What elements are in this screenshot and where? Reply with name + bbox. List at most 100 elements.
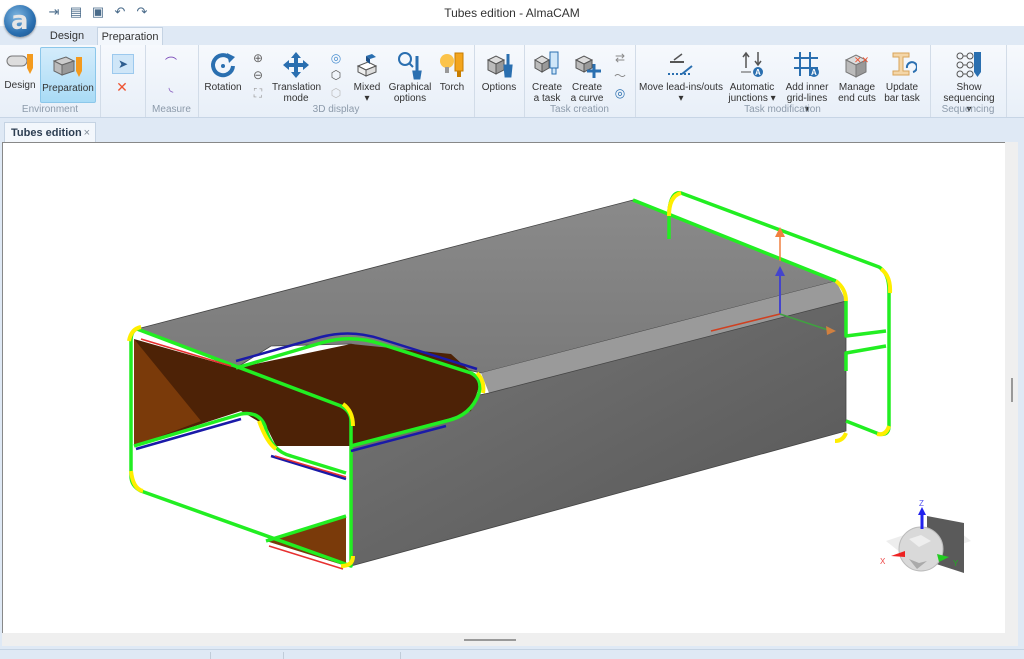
import-icon[interactable]: ⇥	[46, 4, 62, 20]
options-icon	[486, 54, 513, 78]
create-curve-label-2: a curve	[570, 93, 604, 104]
group-label-environment: Environment	[21, 104, 79, 115]
options-label: Options	[481, 82, 517, 93]
create-task-button[interactable]: Create a task	[528, 50, 566, 104]
graphical-options-icon	[398, 52, 422, 80]
mixed-display-icon	[356, 54, 378, 77]
group-label-3d-display: 3D display	[312, 104, 360, 115]
vertical-scrollbar[interactable]	[1005, 142, 1018, 633]
design-env-button[interactable]: Design	[3, 48, 37, 91]
create-curve-icon	[574, 55, 601, 78]
manage-end-cuts-label-1: Manage	[838, 82, 876, 93]
view-orbit-icon[interactable]: ◎	[328, 50, 344, 66]
show-sequencing-label: Show sequencing	[943, 82, 995, 104]
document-tab-label: Tubes edition	[11, 127, 82, 139]
automatic-junctions-button[interactable]: A Automatic junctions ▾	[727, 50, 777, 104]
zoom-fit-icon[interactable]: ⛶	[250, 85, 266, 101]
automatic-junctions-icon: A	[741, 51, 763, 77]
svg-text:✕✕: ✕✕	[854, 55, 869, 65]
create-task-label-2: a task	[533, 93, 561, 104]
app-menu-button[interactable]: a	[4, 5, 36, 37]
torch-button[interactable]: Torch	[434, 50, 470, 93]
quick-access-toolbar: ⇥ ▤ ▣ ↶ ↷	[46, 4, 150, 20]
document-tab-bar: Tubes edition ×	[0, 118, 1024, 142]
automatic-junctions-label-2: junctions ▾	[728, 93, 776, 104]
update-bar-task-label-1: Update	[885, 82, 919, 93]
redo-icon[interactable]: ↷	[134, 4, 150, 20]
graphical-label-1: Graphical	[388, 82, 432, 93]
create-curve-button[interactable]: Create a curve	[567, 50, 607, 104]
view-wire-icon[interactable]: ⬡	[328, 85, 344, 101]
x-axis-label: X	[880, 557, 886, 566]
select-pointer-icon[interactable]: ➤	[112, 54, 134, 74]
move-leadins-icon	[668, 53, 693, 75]
options-button[interactable]: Options	[478, 50, 520, 93]
undo-icon[interactable]: ↶	[112, 4, 128, 20]
measure-angle-icon[interactable]: ◟	[163, 79, 179, 95]
curve-path-icon[interactable]: 〜	[612, 67, 628, 83]
mixed-label: Mixed	[353, 82, 381, 93]
close-tab-icon[interactable]: ×	[84, 123, 90, 143]
y-axis-label: Y	[953, 559, 959, 568]
torch-icon	[440, 52, 464, 77]
horizontal-scrollbar[interactable]	[2, 633, 1018, 646]
zoom-out-icon[interactable]: ⊖	[250, 67, 266, 83]
group-task-creation: Create a task Create a curve ⇄ 〜 ◎ Task …	[524, 45, 636, 117]
view-cube-icon[interactable]: ⬡	[328, 67, 344, 83]
document-tab-tubes-edition[interactable]: Tubes edition ×	[4, 122, 96, 142]
group-options: Options	[474, 45, 525, 117]
translation-mode-button[interactable]: Translation mode	[272, 50, 322, 104]
title-bar: Tubes edition - AlmaCAM	[0, 0, 1024, 26]
concentric-circle-icon[interactable]: ◎	[612, 85, 628, 101]
zoom-in-icon[interactable]: ⊕	[250, 50, 266, 66]
show-sequencing-icon	[956, 52, 981, 78]
rotation-button[interactable]: Rotation	[204, 50, 242, 93]
update-bar-task-button[interactable]: Update bar task	[880, 50, 924, 104]
group-task-modification: Move lead-ins/outs ▾ A Automatic junctio…	[635, 45, 931, 117]
graphical-options-button[interactable]: Graphical options	[388, 50, 432, 104]
z-axis-label: Z	[919, 499, 924, 508]
tab-preparation[interactable]: Preparation	[97, 27, 163, 46]
view-cube[interactable]: Z X Y	[880, 499, 971, 573]
create-curve-label-1: Create	[571, 82, 602, 93]
3d-viewport[interactable]: Z X Y	[2, 142, 1006, 634]
measure-distance-icon[interactable]: ⌒	[163, 54, 179, 70]
add-inner-gridlines-label-1: Add inner	[785, 82, 829, 93]
group-label-sequencing: Sequencing	[941, 104, 995, 115]
save-icon[interactable]: ▤	[68, 4, 84, 20]
swap-direction-icon[interactable]: ⇄	[612, 50, 628, 66]
translation-label-1: Translation	[272, 82, 322, 93]
part-preparation-icon	[52, 56, 82, 77]
group-label-measure: Measure	[152, 104, 191, 115]
group-label-task-modification: Task modification	[744, 104, 821, 115]
print-preview-icon[interactable]: ▣	[90, 4, 106, 20]
translation-label-2: mode	[283, 93, 309, 104]
tube-model-view[interactable]: Z X Y	[3, 143, 1006, 634]
x-axis-arrow	[891, 551, 905, 557]
mixed-dropdown-icon: ▾	[364, 93, 370, 104]
tab-design[interactable]: Design	[42, 27, 92, 45]
horizontal-scroll-thumb[interactable]	[464, 639, 516, 641]
vertical-scroll-thumb[interactable]	[1011, 378, 1013, 402]
group-measure: ⌒ ◟ Measure	[145, 45, 199, 117]
ribbon: Design Preparation Environment ➤ ✕ ⌒ ◟ M…	[0, 45, 1024, 118]
rotation-label: Rotation	[204, 82, 242, 93]
move-leadins-dropdown-icon: ▾	[678, 93, 684, 104]
manage-end-cuts-button[interactable]: ✕✕ Manage end cuts	[836, 50, 878, 104]
inner-gridlines-icon: A	[794, 52, 819, 77]
ribbon-tab-row: Design Preparation	[0, 26, 1024, 46]
torch-label: Torch	[439, 82, 465, 93]
window-title: Tubes edition - AlmaCAM	[444, 6, 580, 20]
mixed-display-button[interactable]: Mixed ▾	[350, 50, 384, 104]
group-selection: ➤ ✕	[100, 45, 146, 117]
create-task-icon	[533, 51, 559, 75]
group-environment: Design Preparation Environment	[0, 45, 101, 117]
delete-icon[interactable]: ✕	[114, 79, 130, 95]
move-leadins-button[interactable]: Move lead-ins/outs ▾	[639, 50, 723, 104]
tube-design-icon	[6, 54, 33, 74]
update-bar-task-label-2: bar task	[884, 93, 920, 104]
design-env-label: Design	[4, 80, 36, 91]
app-logo-letter: a	[11, 6, 29, 36]
preparation-env-button[interactable]: Preparation	[40, 47, 96, 103]
preparation-env-label: Preparation	[42, 83, 94, 94]
